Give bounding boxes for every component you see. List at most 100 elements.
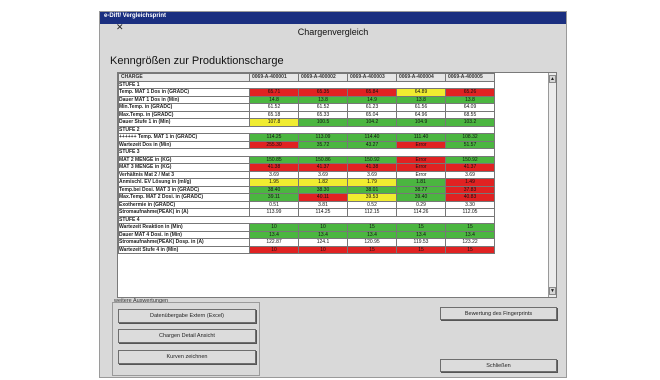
table-cell[interactable]: 108.32	[445, 133, 495, 142]
table-cell[interactable]: 10	[298, 245, 348, 254]
table-cell[interactable]: 3.69	[249, 170, 299, 179]
table-cell[interactable]: 1.79	[347, 178, 397, 187]
table-cell[interactable]: 150.85	[249, 155, 299, 164]
table-cell[interactable]: 120.95	[347, 238, 397, 247]
table-cell[interactable]: 0.51	[249, 200, 299, 209]
comparison-grid[interactable]: CHARGE 0069-A-400001 0069-A-400002 0069-…	[117, 72, 557, 298]
table-cell[interactable]: 38.30	[298, 185, 348, 194]
table-cell[interactable]: 13.4	[396, 230, 446, 239]
scroll-down-icon[interactable]: ▼	[549, 287, 556, 295]
table-cell[interactable]: 65.04	[347, 110, 397, 119]
table-cell[interactable]: 13.4	[249, 230, 299, 239]
header-column[interactable]: 0069-A-400005	[445, 73, 495, 82]
table-cell[interactable]: Error	[396, 155, 446, 164]
table-cell[interactable]: 64.96	[396, 110, 446, 119]
table-cell[interactable]: 15	[445, 223, 495, 232]
table-cell[interactable]: 40.83	[445, 193, 495, 202]
table-cell[interactable]: 68.55	[445, 110, 495, 119]
vertical-scrollbar[interactable]: ▲ ▼	[548, 73, 556, 297]
table-cell[interactable]: 61.23	[347, 103, 397, 112]
table-cell[interactable]: 0.52	[347, 200, 397, 209]
header-column[interactable]: 0069-A-400002	[298, 73, 348, 82]
table-cell[interactable]: 10	[298, 223, 348, 232]
header-column[interactable]: 0069-A-400001	[249, 73, 299, 82]
close-button[interactable]: Schließen	[440, 359, 557, 372]
table-cell[interactable]: 13.4	[347, 230, 397, 239]
table-cell[interactable]: 3.69	[347, 170, 397, 179]
table-cell[interactable]: 65.71	[249, 88, 299, 97]
table-cell[interactable]: 1.95	[249, 178, 299, 187]
table-cell[interactable]: 113.99	[249, 208, 299, 217]
table-cell[interactable]: 0.29	[396, 200, 446, 209]
scroll-up-icon[interactable]: ▲	[549, 75, 556, 83]
table-cell[interactable]: 119.53	[396, 238, 446, 247]
draw-curves-button[interactable]: Kurven zeichnen	[118, 350, 256, 364]
table-cell[interactable]: 13.8	[396, 95, 446, 104]
table-cell[interactable]: 114.26	[396, 208, 446, 217]
header-column[interactable]: 0069-A-400003	[347, 73, 397, 82]
table-cell[interactable]: 114.40	[347, 133, 397, 142]
table-cell[interactable]: 255.30	[249, 140, 299, 149]
table-cell[interactable]: 124.1	[298, 238, 348, 247]
table-cell[interactable]: 104.9	[396, 118, 446, 127]
table-cell[interactable]: 114.25	[298, 208, 348, 217]
table-cell[interactable]: 43.27	[347, 140, 397, 149]
table-cell[interactable]: 65.84	[347, 88, 397, 97]
table-cell[interactable]: 41.37	[445, 163, 495, 172]
table-cell[interactable]: 123.22	[445, 238, 495, 247]
table-cell[interactable]: 61.56	[396, 103, 446, 112]
table-cell[interactable]: 61.52	[249, 103, 299, 112]
table-cell[interactable]: 65.35	[298, 88, 348, 97]
table-cell[interactable]: 40.11	[298, 193, 348, 202]
table-cell[interactable]: 14.9	[347, 95, 397, 104]
table-cell[interactable]: 112.05	[445, 208, 495, 217]
table-cell[interactable]: 38.01	[347, 185, 397, 194]
table-cell[interactable]: 150.86	[298, 155, 348, 164]
table-cell[interactable]: 10	[249, 245, 299, 254]
table-cell[interactable]: 41.38	[249, 163, 299, 172]
table-cell[interactable]: 64.89	[396, 88, 446, 97]
table-cell[interactable]: 15	[347, 245, 397, 254]
table-cell[interactable]: 10	[249, 223, 299, 232]
table-cell[interactable]: 111.40	[396, 133, 446, 142]
header-column[interactable]: 0069-A-400004	[396, 73, 446, 82]
title-bar[interactable]: e-Diff/ Vergleichsprint	[100, 12, 566, 24]
table-cell[interactable]: 1.49	[445, 178, 495, 187]
table-cell[interactable]: 114.25	[249, 133, 299, 142]
table-cell[interactable]: 104.2	[347, 118, 397, 127]
table-cell[interactable]: 64.09	[445, 103, 495, 112]
table-cell[interactable]: 37.83	[445, 185, 495, 194]
table-cell[interactable]: 65.26	[445, 88, 495, 97]
table-cell[interactable]: 3.69	[298, 170, 348, 179]
table-cell[interactable]: Error	[396, 140, 446, 149]
table-cell[interactable]: 1.82	[298, 178, 348, 187]
table-cell[interactable]: 13.8	[298, 95, 348, 104]
table-cell[interactable]: 3.30	[445, 200, 495, 209]
table-cell[interactable]: 35.72	[298, 140, 348, 149]
table-cell[interactable]: 107.8	[249, 118, 299, 127]
table-cell[interactable]: 150.92	[347, 155, 397, 164]
table-cell[interactable]: 41.37	[298, 163, 348, 172]
table-cell[interactable]: 14.8	[249, 95, 299, 104]
detail-view-button[interactable]: Chargen Detail Ansicht	[118, 329, 256, 343]
table-cell[interactable]: 3.81	[298, 200, 348, 209]
table-cell[interactable]: 61.52	[298, 103, 348, 112]
table-cell[interactable]: 150.92	[445, 155, 495, 164]
table-cell[interactable]: 15	[445, 245, 495, 254]
table-cell[interactable]: 38.77	[396, 185, 446, 194]
table-cell[interactable]: 65.33	[298, 110, 348, 119]
table-cell[interactable]: 38.40	[249, 185, 299, 194]
export-excel-button[interactable]: Datenübergabe Extern (Excel)	[118, 309, 256, 323]
table-cell[interactable]: 15	[396, 245, 446, 254]
table-cell[interactable]: 113.09	[298, 133, 348, 142]
table-cell[interactable]: 103.2	[445, 118, 495, 127]
table-cell[interactable]: 13.4	[298, 230, 348, 239]
table-cell[interactable]: 39.11	[249, 193, 299, 202]
table-cell[interactable]: Error	[396, 170, 446, 179]
table-cell[interactable]: 13.4	[445, 230, 495, 239]
table-cell[interactable]: 41.38	[347, 163, 397, 172]
table-cell[interactable]: Error	[396, 163, 446, 172]
table-cell[interactable]: 15	[396, 223, 446, 232]
table-cell[interactable]: 1.81	[396, 178, 446, 187]
table-cell[interactable]: 39.40	[396, 193, 446, 202]
